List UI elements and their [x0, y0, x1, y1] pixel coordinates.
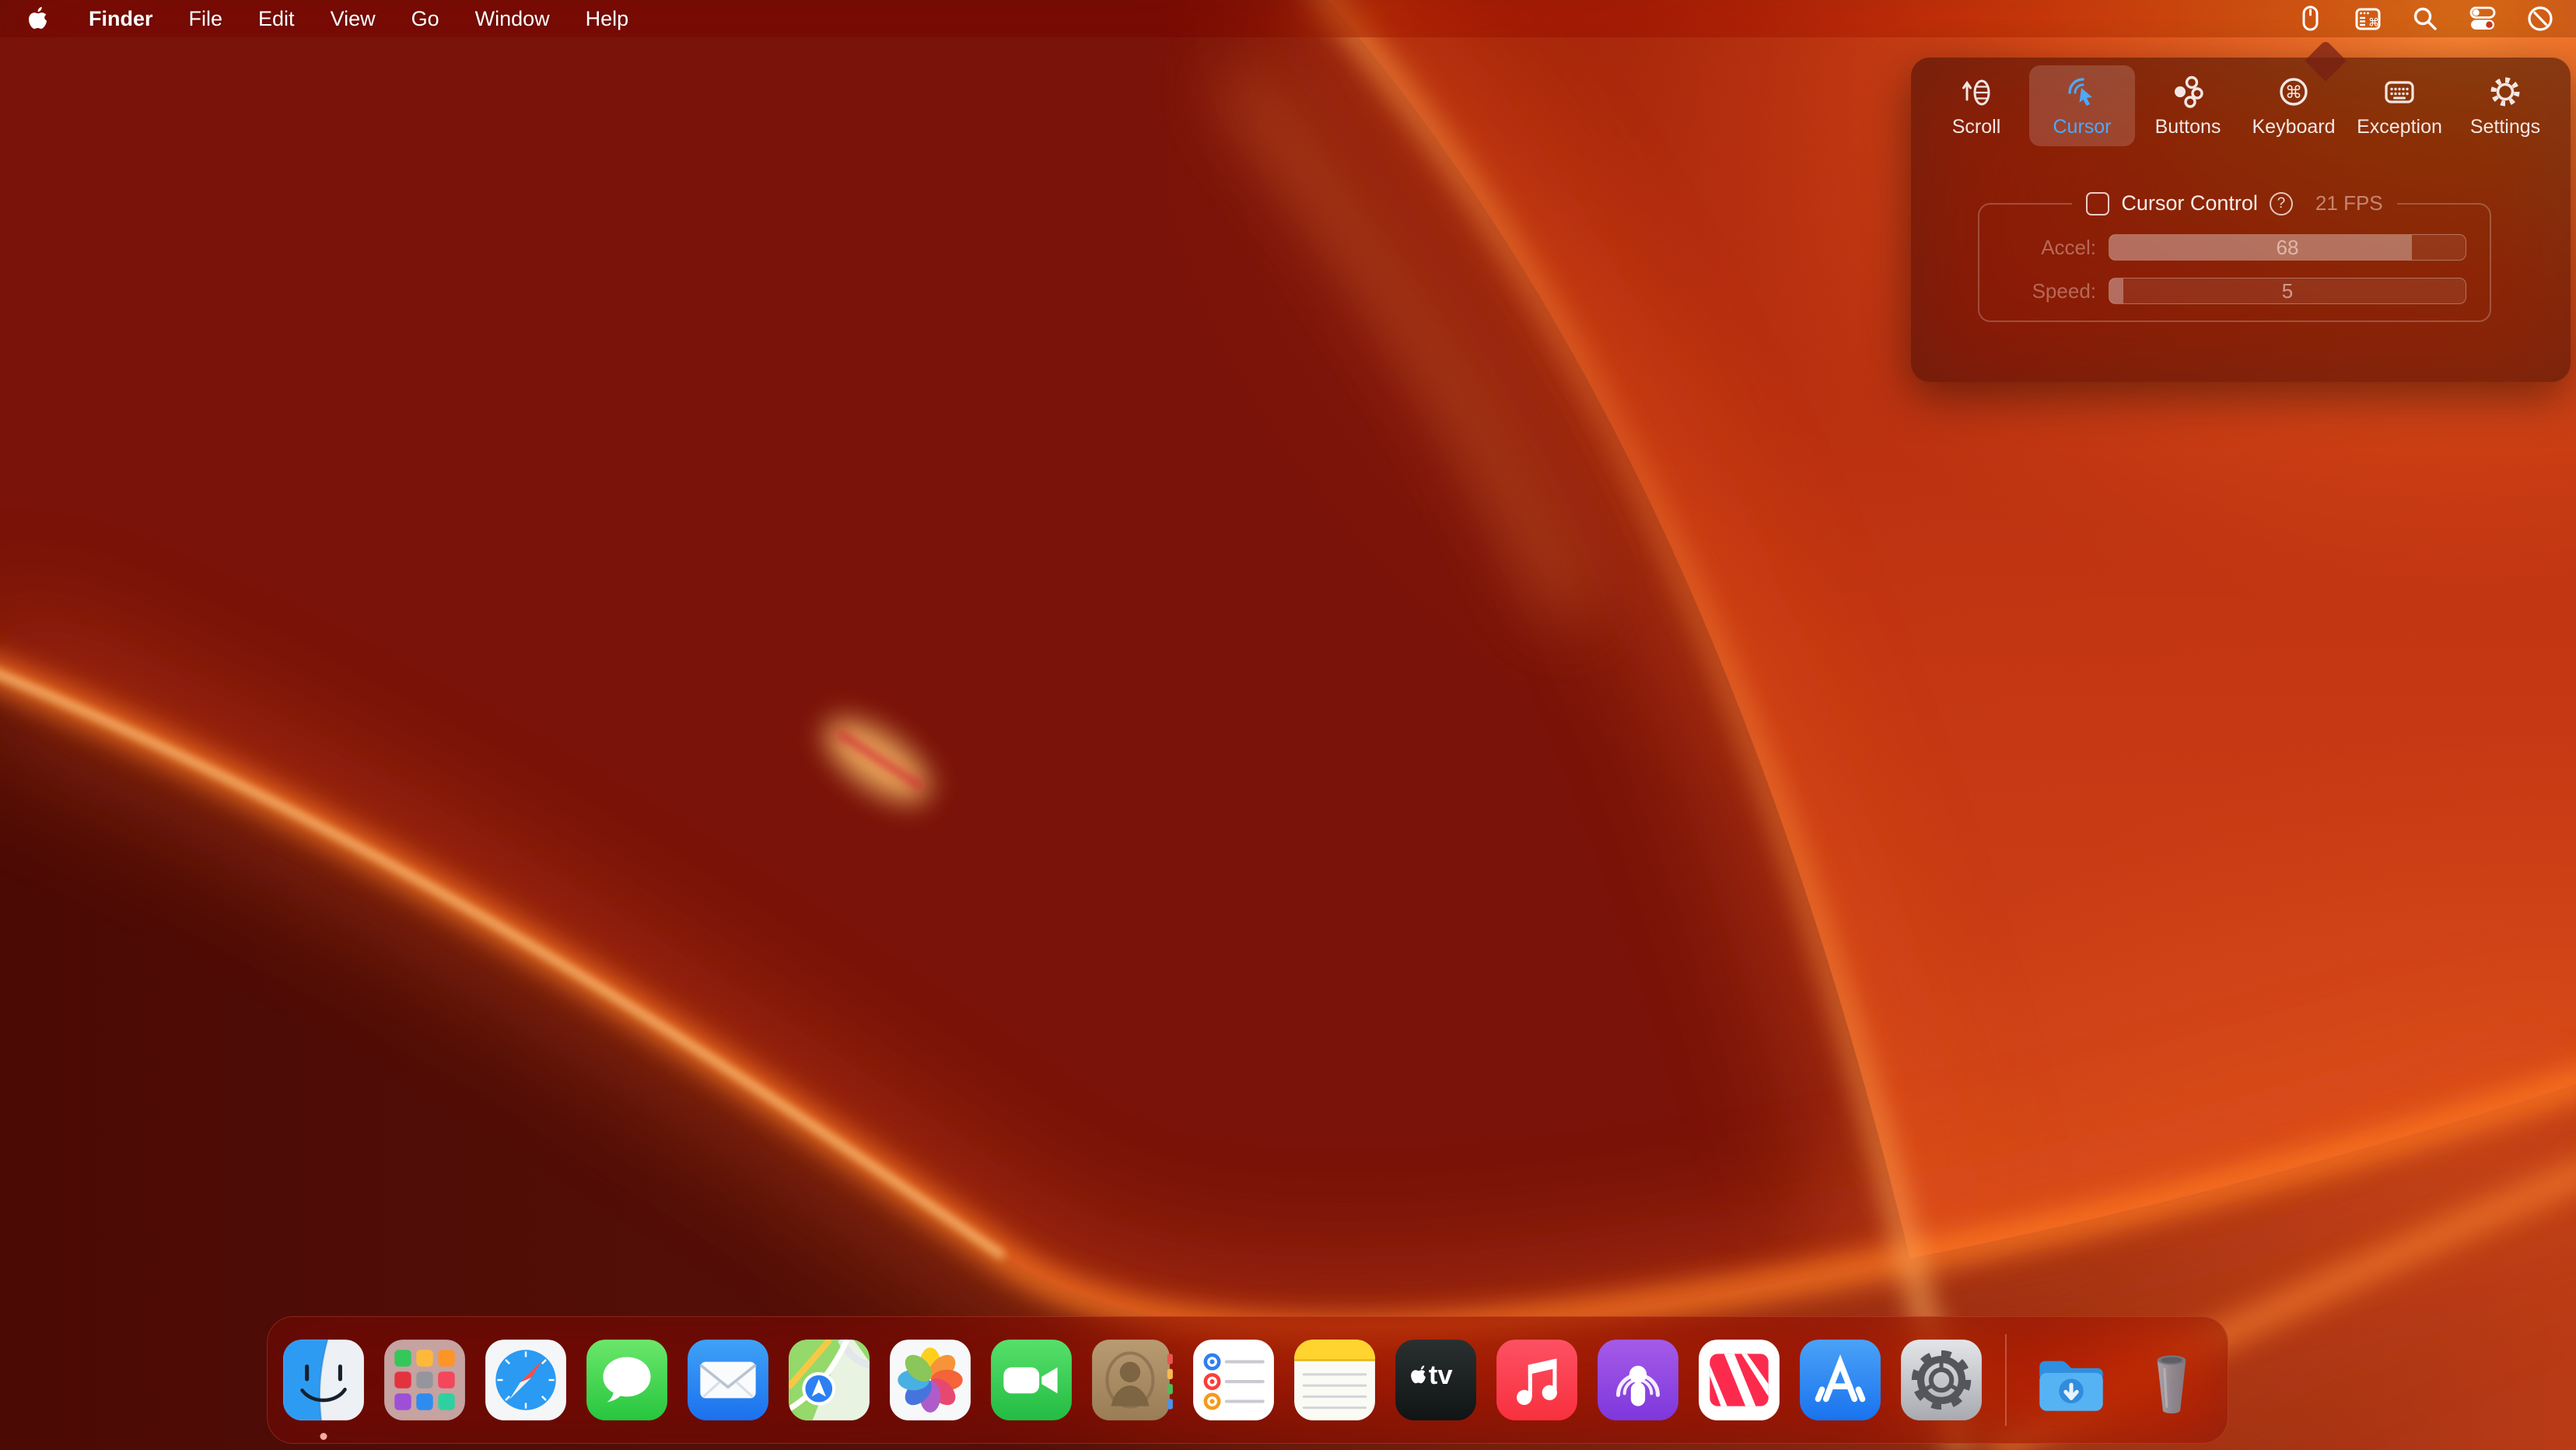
- mouse-buttons-icon: [2170, 74, 2206, 110]
- menu-view[interactable]: View: [331, 7, 376, 31]
- keyboard-window-icon[interactable]: ⌘: [2352, 3, 2383, 34]
- dock-icon-finder[interactable]: [280, 1336, 367, 1424]
- cursor-control-label: Cursor Control: [2121, 191, 2258, 215]
- speed-value: 5: [2109, 278, 2466, 303]
- dock-icon-news[interactable]: [1696, 1336, 1783, 1424]
- tab-buttons-label: Buttons: [2155, 116, 2221, 138]
- dock-icon-app-store[interactable]: [1797, 1336, 1884, 1424]
- dock-separator: [2005, 1334, 2007, 1426]
- mouse-settings-popover: Scroll Cursor: [1911, 58, 2571, 382]
- spotlight-search-icon[interactable]: [2410, 3, 2441, 34]
- tab-settings[interactable]: Settings: [2452, 65, 2558, 146]
- cursor-control-group: Cursor Control ? 21 FPS Accel: 68 Speed:…: [1978, 191, 2491, 322]
- menu-edit[interactable]: Edit: [258, 7, 295, 31]
- apple-icon: [26, 5, 49, 32]
- speed-row: Speed: 5: [1979, 278, 2466, 304]
- cursor-control-checkbox[interactable]: [2086, 192, 2109, 215]
- dock-icon-music[interactable]: [1493, 1336, 1580, 1424]
- svg-text:tv: tv: [1429, 1361, 1454, 1390]
- menu-go[interactable]: Go: [411, 7, 439, 31]
- tab-scroll[interactable]: Scroll: [1923, 65, 2029, 146]
- dock-icon-podcasts[interactable]: [1594, 1336, 1682, 1424]
- accel-slider[interactable]: 68: [2109, 234, 2466, 261]
- scroll-wheel-icon: [1958, 74, 1994, 110]
- menu-bar-status: ⌘: [2294, 3, 2576, 34]
- exception-keyboard-icon: [2382, 74, 2417, 110]
- gear-icon: [2487, 74, 2523, 110]
- finder-running-indicator: [320, 1433, 327, 1440]
- menu-file[interactable]: File: [189, 7, 223, 31]
- circle-slash-icon[interactable]: [2525, 3, 2556, 34]
- control-center-icon[interactable]: [2467, 3, 2498, 34]
- apple-menu[interactable]: [22, 3, 53, 34]
- help-icon[interactable]: ?: [2270, 192, 2293, 215]
- tab-scroll-label: Scroll: [1952, 116, 2001, 138]
- tab-cursor[interactable]: Cursor: [2029, 65, 2135, 146]
- popover-tab-bar: Scroll Cursor: [1911, 58, 2571, 146]
- menu-bar-left: Finder File Edit View Go Window Help: [0, 3, 628, 34]
- svg-text:⌘: ⌘: [2368, 17, 2379, 30]
- cursor-click-icon: [2064, 74, 2100, 110]
- accel-row: Accel: 68: [1979, 234, 2466, 261]
- dock-icon-photos[interactable]: [887, 1336, 974, 1424]
- menu-window[interactable]: Window: [475, 7, 550, 31]
- dock-icon-maps[interactable]: [786, 1336, 873, 1424]
- desktop: Finder File Edit View Go Window Help: [0, 0, 2576, 1450]
- cursor-control-legend: Cursor Control ? 21 FPS: [2072, 191, 2396, 215]
- menu-help[interactable]: Help: [586, 7, 629, 31]
- tab-cursor-label: Cursor: [2053, 116, 2111, 138]
- dock-icon-trash[interactable]: [2128, 1336, 2215, 1424]
- tab-exception[interactable]: Exception: [2347, 65, 2452, 146]
- dock-icon-messages[interactable]: [583, 1336, 670, 1424]
- tab-settings-label: Settings: [2470, 116, 2540, 138]
- dock-icon-system-preferences[interactable]: [1898, 1336, 1985, 1424]
- app-menu-finder[interactable]: Finder: [89, 7, 153, 31]
- accel-label: Accel:: [1979, 236, 2096, 260]
- command-key-icon: ⌘: [2276, 74, 2312, 110]
- dock-icon-tv[interactable]: tv: [1392, 1336, 1479, 1424]
- dock-icon-facetime[interactable]: [988, 1336, 1075, 1424]
- menu-bar: Finder File Edit View Go Window Help: [0, 0, 2576, 37]
- dock: tv: [267, 1316, 2228, 1444]
- dock-icon-safari[interactable]: [482, 1336, 569, 1424]
- fps-readout: 21 FPS: [2315, 191, 2383, 215]
- tab-keyboard-label: Keyboard: [2252, 116, 2335, 138]
- speed-label: Speed:: [1979, 279, 2096, 303]
- speed-slider[interactable]: 5: [2109, 278, 2466, 304]
- mouse-status-icon[interactable]: [2294, 3, 2326, 34]
- tab-buttons[interactable]: Buttons: [2135, 65, 2241, 146]
- tab-exception-label: Exception: [2357, 116, 2442, 138]
- dock-icon-mail[interactable]: [684, 1336, 772, 1424]
- dock-icon-contacts[interactable]: [1089, 1336, 1176, 1424]
- accel-value: 68: [2109, 235, 2466, 260]
- dock-icon-launchpad[interactable]: [381, 1336, 468, 1424]
- dock-icon-reminders[interactable]: [1190, 1336, 1277, 1424]
- tab-keyboard[interactable]: ⌘ Keyboard: [2241, 65, 2347, 146]
- dock-icon-downloads[interactable]: [2027, 1336, 2114, 1424]
- svg-text:⌘: ⌘: [2285, 83, 2302, 103]
- dock-icon-notes[interactable]: [1291, 1336, 1378, 1424]
